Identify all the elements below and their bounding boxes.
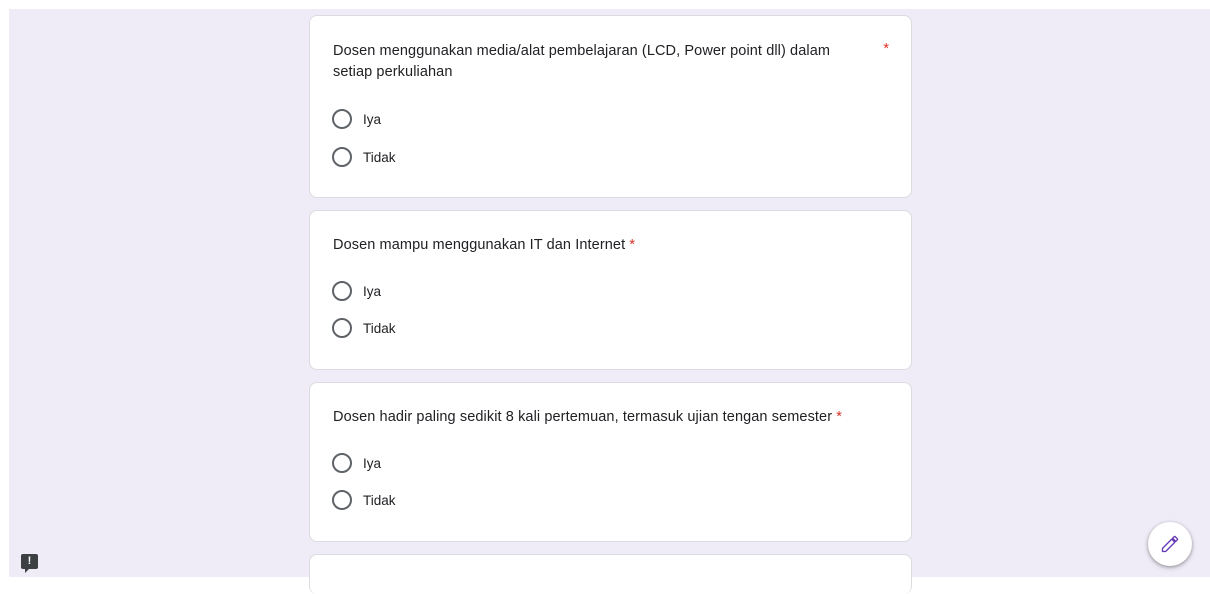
question-card-1: Dosen menggunakan media/alat pembelajara…	[309, 15, 912, 198]
radio-option-iya[interactable]: Iya	[332, 451, 381, 475]
radio-option-tidak[interactable]: Tidak	[332, 145, 396, 169]
question-card-4	[309, 554, 912, 594]
required-asterisk: *	[883, 41, 889, 57]
radio-option-iya[interactable]: Iya	[332, 279, 381, 303]
question-title: Dosen hadir paling sedikit 8 kali pertem…	[333, 409, 843, 425]
option-label: Iya	[363, 111, 382, 127]
required-asterisk: *	[629, 237, 636, 253]
radio-button[interactable]	[332, 318, 352, 338]
option-label: Tidak	[363, 149, 396, 165]
question-title: Dosen mampu menggunakan IT dan Internet …	[333, 237, 636, 253]
required-asterisk: *	[836, 409, 843, 425]
radio-option-tidak[interactable]: Tidak	[332, 316, 396, 340]
edit-button[interactable]	[1148, 522, 1192, 566]
radio-button[interactable]	[332, 453, 352, 473]
report-icon[interactable]: !	[21, 554, 38, 573]
radio-option-iya[interactable]: Iya	[332, 107, 381, 131]
question-card-2: Dosen mampu menggunakan IT dan Internet …	[309, 210, 912, 370]
option-label: Tidak	[363, 320, 396, 336]
radio-option-tidak[interactable]: Tidak	[332, 488, 396, 512]
pencil-icon	[1161, 535, 1179, 553]
radio-button[interactable]	[332, 281, 352, 301]
question-title: Dosen menggunakan media/alat pembelajara…	[333, 43, 831, 80]
radio-button[interactable]	[332, 147, 352, 167]
radio-button[interactable]	[332, 490, 352, 510]
option-label: Iya	[363, 283, 382, 299]
question-card-3: Dosen hadir paling sedikit 8 kali pertem…	[309, 382, 912, 542]
option-label: Tidak	[363, 492, 396, 508]
radio-button[interactable]	[332, 109, 352, 129]
option-label: Iya	[363, 455, 382, 471]
